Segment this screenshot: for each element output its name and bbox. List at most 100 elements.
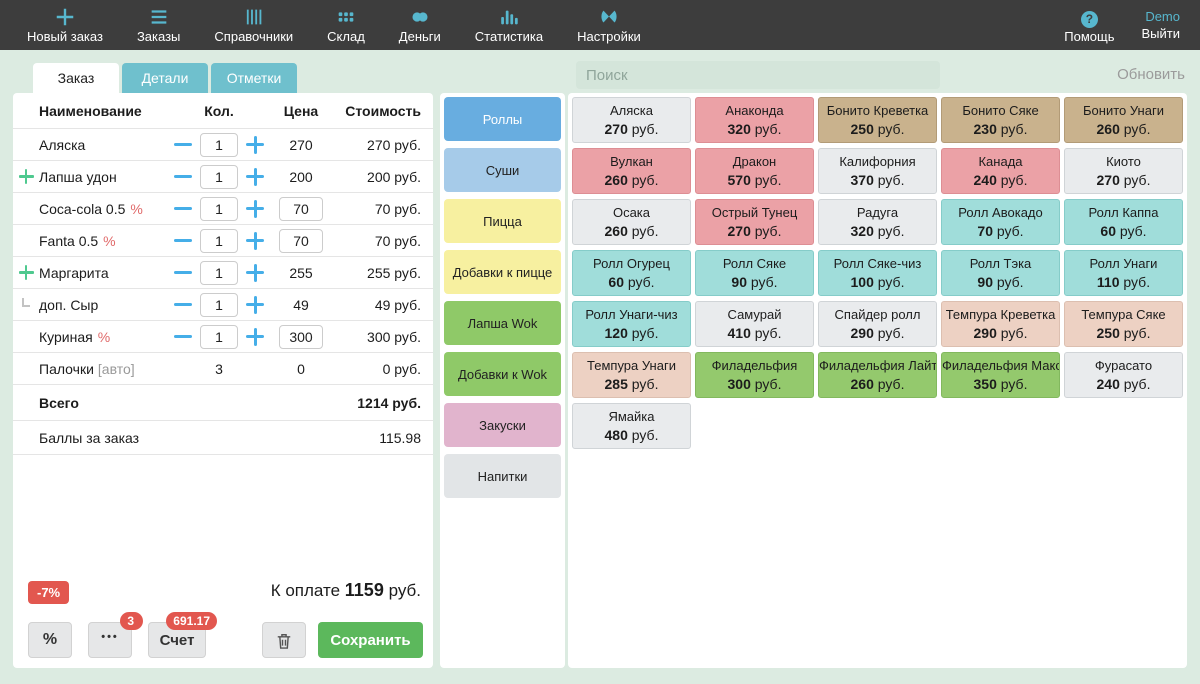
order-table-header: Наименование Кол. Цена Стоимость — [13, 93, 433, 129]
product-button[interactable]: Темпура Креветка290 руб. — [941, 301, 1060, 347]
topbar-item-label: Справочники — [214, 29, 293, 44]
product-button[interactable]: Ямайка480 руб. — [572, 403, 691, 449]
tab-Детали[interactable]: Детали — [122, 63, 208, 93]
topbar-item-orders[interactable]: Заказы — [120, 0, 197, 50]
product-button[interactable]: Филадельфия300 руб. — [695, 352, 814, 398]
product-button[interactable]: Ролл Унаги-чиз120 руб. — [572, 301, 691, 347]
qty-input[interactable] — [200, 261, 238, 285]
category-button[interactable]: Добавки к пицце — [444, 250, 561, 294]
product-name: Бонито Унаги — [1065, 103, 1182, 118]
topbar-item-directory[interactable]: Справочники — [197, 0, 310, 50]
save-button[interactable]: Сохранить — [318, 622, 423, 658]
qty-input[interactable] — [200, 197, 238, 221]
help-menu-item[interactable]: ? Помощь — [1047, 0, 1131, 50]
discount-percent-button[interactable]: % — [28, 622, 72, 658]
product-button[interactable]: Калифорния370 руб. — [818, 148, 937, 194]
tab-Отметки[interactable]: Отметки — [211, 63, 297, 93]
product-button[interactable]: Острый Тунец270 руб. — [695, 199, 814, 245]
qty-plus-button[interactable] — [245, 295, 265, 315]
qty-plus-button[interactable] — [245, 167, 265, 187]
qty-plus-button[interactable] — [245, 263, 265, 283]
bill-button[interactable]: Счет 691.17 — [148, 622, 206, 658]
more-options-button[interactable]: ••• 3 — [88, 622, 132, 658]
product-price-number: 240 — [1097, 376, 1120, 392]
category-button[interactable]: Пицца — [444, 199, 561, 243]
topbar-item-money[interactable]: Деньги — [382, 0, 458, 50]
logout-link[interactable]: Выйти — [1142, 25, 1181, 42]
item-note: [авто] — [98, 361, 135, 377]
qty-minus-button[interactable] — [173, 199, 193, 219]
product-button[interactable]: Темпура Сяке250 руб. — [1064, 301, 1183, 347]
product-price-number: 100 — [851, 274, 874, 290]
price-input[interactable] — [279, 325, 323, 349]
qty-minus-button[interactable] — [173, 167, 193, 187]
product-price: 350 руб. — [942, 376, 1059, 392]
qty-minus-button[interactable] — [173, 295, 193, 315]
product-price-number: 270 — [1097, 172, 1120, 188]
topbar-item-warehouse[interactable]: Склад — [310, 0, 382, 50]
product-button[interactable]: Канада240 руб. — [941, 148, 1060, 194]
qty-minus-button[interactable] — [173, 231, 193, 251]
product-button[interactable]: Филадельфия Лайт260 руб. — [818, 352, 937, 398]
product-button[interactable]: Киото270 руб. — [1064, 148, 1183, 194]
product-button[interactable]: Фурасато240 руб. — [1064, 352, 1183, 398]
product-button[interactable]: Ролл Каппа60 руб. — [1064, 199, 1183, 245]
refresh-link[interactable]: Обновить — [1117, 66, 1185, 83]
product-button[interactable]: Бонито Сяке230 руб. — [941, 97, 1060, 143]
topbar-item-stats[interactable]: Статистика — [458, 0, 560, 50]
qty-minus-button[interactable] — [173, 135, 193, 155]
qty-minus-button[interactable] — [173, 327, 193, 347]
qty-plus-button[interactable] — [245, 231, 265, 251]
product-button[interactable]: Спайдер ролл290 руб. — [818, 301, 937, 347]
category-button[interactable]: Закуски — [444, 403, 561, 447]
product-name: Ролл Тэка — [942, 256, 1059, 271]
qty-plus-button[interactable] — [245, 199, 265, 219]
more-options-badge: 3 — [120, 612, 143, 630]
product-button[interactable]: Бонито Унаги260 руб. — [1064, 97, 1183, 143]
qty-input[interactable] — [200, 229, 238, 253]
category-button[interactable]: Суши — [444, 148, 561, 192]
search-input[interactable] — [576, 61, 940, 89]
product-name: Анаконда — [696, 103, 813, 118]
qty-input[interactable] — [200, 293, 238, 317]
category-button[interactable]: Лапша Wok — [444, 301, 561, 345]
product-button[interactable]: Темпура Унаги285 руб. — [572, 352, 691, 398]
delete-order-button[interactable] — [262, 622, 306, 658]
product-button[interactable]: Радуга320 руб. — [818, 199, 937, 245]
product-button[interactable]: Ролл Тэка90 руб. — [941, 250, 1060, 296]
product-button[interactable]: Бонито Креветка250 руб. — [818, 97, 937, 143]
category-button[interactable]: Добавки к Wok — [444, 352, 561, 396]
product-button[interactable]: Ролл Сяке-чиз100 руб. — [818, 250, 937, 296]
qty-input[interactable] — [200, 325, 238, 349]
price-input[interactable] — [279, 229, 323, 253]
product-name: Бонито Креветка — [819, 103, 936, 118]
topbar-item-settings[interactable]: Настройки — [560, 0, 658, 50]
qty-plus-button[interactable] — [245, 327, 265, 347]
product-button[interactable]: Ролл Огурец60 руб. — [572, 250, 691, 296]
product-button[interactable]: Анаконда320 руб. — [695, 97, 814, 143]
qty-input[interactable] — [200, 165, 238, 189]
qty-input[interactable] — [200, 133, 238, 157]
product-button[interactable]: Ролл Авокадо70 руб. — [941, 199, 1060, 245]
product-button[interactable]: Самурай410 руб. — [695, 301, 814, 347]
product-button[interactable]: Дракон570 руб. — [695, 148, 814, 194]
product-button[interactable]: Ролл Сяке90 руб. — [695, 250, 814, 296]
product-button[interactable]: Ролл Унаги110 руб. — [1064, 250, 1183, 296]
qty-minus-button[interactable] — [173, 263, 193, 283]
category-button[interactable]: Напитки — [444, 454, 561, 498]
item-qty-cell — [169, 197, 269, 221]
topbar-item-label: Новый заказ — [27, 29, 103, 44]
item-name-text: Fanta 0.5 — [39, 233, 98, 249]
product-price-number: 410 — [728, 325, 751, 341]
product-button[interactable]: Вулкан260 руб. — [572, 148, 691, 194]
price-input[interactable] — [279, 197, 323, 221]
qty-plus-button[interactable] — [245, 135, 265, 155]
product-button[interactable]: Осака260 руб. — [572, 199, 691, 245]
product-price-number: 110 — [1097, 274, 1120, 290]
topbar-item-plus[interactable]: Новый заказ — [10, 0, 120, 50]
product-price: 240 руб. — [942, 172, 1059, 188]
tab-Заказ[interactable]: Заказ — [33, 63, 119, 93]
product-button[interactable]: Аляска270 руб. — [572, 97, 691, 143]
category-button[interactable]: Роллы — [444, 97, 561, 141]
product-button[interactable]: Филадельфия Макс350 руб. — [941, 352, 1060, 398]
